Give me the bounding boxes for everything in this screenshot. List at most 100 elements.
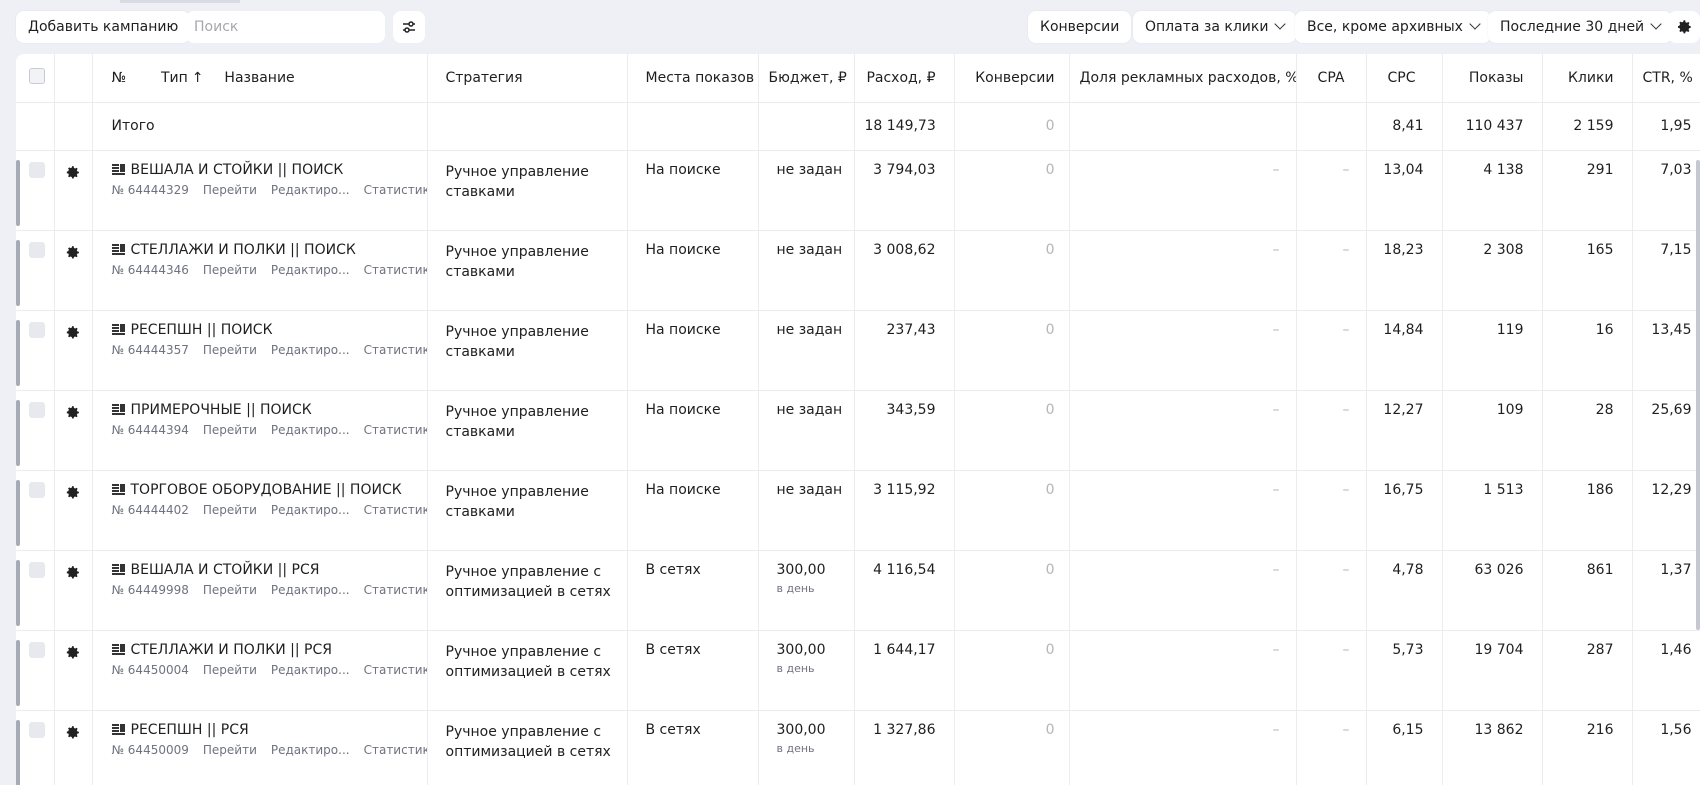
- column-header-spend[interactable]: Расход, ₽: [854, 54, 955, 103]
- gear-icon[interactable]: [64, 324, 81, 341]
- spend-value: 3 794,03: [854, 150, 955, 231]
- row-checkbox[interactable]: [29, 401, 45, 418]
- column-header-strategy[interactable]: Стратегия: [427, 54, 628, 103]
- impressions-value: 4 138: [1442, 150, 1543, 231]
- column-header-clicks[interactable]: Клики: [1542, 54, 1633, 103]
- cpa-value: –: [1296, 710, 1367, 785]
- statistics-link[interactable]: Статистика: [364, 503, 426, 517]
- table-row: ПРИМЕРОЧНЫЕ || ПОИСК № 64444394 Перейти …: [16, 390, 1700, 471]
- gear-icon[interactable]: [64, 244, 81, 261]
- go-link[interactable]: Перейти: [203, 503, 257, 517]
- total-cpc: 8,41: [1366, 102, 1443, 151]
- strategy-text: Ручное управление ставками: [445, 163, 589, 200]
- column-header-type[interactable]: Тип ↑: [161, 70, 204, 86]
- go-link[interactable]: Перейти: [203, 583, 257, 597]
- gear-icon[interactable]: [64, 164, 81, 181]
- vertical-scrollbar[interactable]: [1696, 160, 1700, 630]
- row-checkbox[interactable]: [29, 561, 45, 578]
- campaign-cell: ВЕШАЛА И СТОЙКИ || РСЯ № 64449998 Перейт…: [92, 550, 428, 631]
- row-checkbox[interactable]: [29, 321, 45, 338]
- campaign-name[interactable]: ТОРГОВОЕ ОБОРУДОВАНИЕ || ПОИСК: [131, 482, 402, 498]
- go-link[interactable]: Перейти: [203, 663, 257, 677]
- column-header-conversions[interactable]: Конверсии: [954, 54, 1070, 103]
- add-campaign-button[interactable]: Добавить кампанию: [16, 11, 191, 43]
- statistics-link[interactable]: Статистика: [364, 263, 426, 277]
- column-header-num[interactable]: №: [112, 70, 127, 86]
- cpa-value: –: [1296, 230, 1367, 311]
- campaign-name[interactable]: РЕСЕПШН || ПОИСК: [131, 322, 273, 338]
- statistics-link[interactable]: Статистика: [364, 423, 426, 437]
- placement-text: В сетях: [645, 641, 701, 658]
- edit-link[interactable]: Редактиро...: [271, 583, 350, 597]
- column-header-cpc[interactable]: CPC: [1366, 54, 1443, 103]
- edit-link[interactable]: Редактиро...: [271, 503, 350, 517]
- payment-type-dropdown[interactable]: Оплата за клики: [1133, 11, 1297, 43]
- column-header-ad-cost-share[interactable]: Доля рекламных расходов, %: [1069, 54, 1297, 103]
- campaign-name[interactable]: ПРИМЕРОЧНЫЕ || ПОИСК: [131, 402, 312, 418]
- search-input[interactable]: [194, 12, 377, 42]
- campaign-name[interactable]: РЕСЕПШН || РСЯ: [131, 722, 249, 738]
- table-row: ТОРГОВОЕ ОБОРУДОВАНИЕ || ПОИСК № 6444440…: [16, 470, 1700, 551]
- campaign-name[interactable]: СТЕЛЛАЖИ И ПОЛКИ || РСЯ: [131, 642, 333, 658]
- row-checkbox[interactable]: [29, 481, 45, 498]
- filter-settings-button[interactable]: [393, 11, 425, 43]
- column-header-budget[interactable]: Бюджет, ₽: [758, 54, 855, 103]
- ctr-value: 25,69: [1632, 390, 1700, 471]
- gear-icon[interactable]: [64, 724, 81, 741]
- campaign-cell: ВЕШАЛА И СТОЙКИ || ПОИСК № 64444329 Пере…: [92, 150, 428, 231]
- row-status-bar: [16, 319, 20, 386]
- campaign-cell: РЕСЕПШН || РСЯ № 64450009 Перейти Редакт…: [92, 710, 428, 785]
- total-gear-cell: [54, 102, 93, 151]
- go-link[interactable]: Перейти: [203, 263, 257, 277]
- period-dropdown[interactable]: Последние 30 дней: [1488, 11, 1673, 43]
- ctr-value: 1,46: [1632, 630, 1700, 711]
- status-filter-dropdown[interactable]: Все, кроме архивных: [1295, 11, 1491, 43]
- edit-link[interactable]: Редактиро...: [271, 343, 350, 357]
- row-select-cell: [16, 230, 55, 311]
- row-checkbox[interactable]: [29, 641, 45, 658]
- campaign-name[interactable]: ВЕШАЛА И СТОЙКИ || РСЯ: [131, 562, 320, 578]
- statistics-link[interactable]: Статистика: [364, 743, 426, 757]
- row-checkbox[interactable]: [29, 241, 45, 258]
- select-all-checkbox[interactable]: [29, 67, 45, 84]
- row-checkbox[interactable]: [29, 161, 45, 178]
- go-link[interactable]: Перейти: [203, 423, 257, 437]
- settings-button[interactable]: [1668, 11, 1700, 43]
- conversions-value: 0: [954, 470, 1070, 551]
- row-status-bar: [16, 639, 20, 706]
- campaign-name[interactable]: СТЕЛЛАЖИ И ПОЛКИ || ПОИСК: [131, 242, 356, 258]
- campaigns-table: № Тип ↑ Название Стратегия Места показов …: [16, 54, 1700, 785]
- conversions-button[interactable]: Конверсии: [1028, 11, 1132, 43]
- gear-icon[interactable]: [64, 484, 81, 501]
- column-header-cpa[interactable]: CPA: [1296, 54, 1367, 103]
- conversions-value: 0: [954, 150, 1070, 231]
- campaign-name[interactable]: ВЕШАЛА И СТОЙКИ || ПОИСК: [131, 162, 344, 178]
- column-header-name[interactable]: Название: [224, 70, 294, 86]
- go-link[interactable]: Перейти: [203, 743, 257, 757]
- ad-cost-share-value: –: [1069, 710, 1297, 785]
- statistics-link[interactable]: Статистика: [364, 183, 426, 197]
- column-header-placements[interactable]: Места показов: [627, 54, 759, 103]
- column-header-ctr[interactable]: CTR, %: [1632, 54, 1700, 103]
- statistics-link[interactable]: Статистика: [364, 583, 426, 597]
- table-row: РЕСЕПШН || ПОИСК № 64444357 Перейти Реда…: [16, 310, 1700, 391]
- edit-link[interactable]: Редактиро...: [271, 183, 350, 197]
- gear-icon[interactable]: [64, 564, 81, 581]
- column-header-impressions[interactable]: Показы: [1442, 54, 1543, 103]
- statistics-link[interactable]: Статистика: [364, 663, 426, 677]
- search-box[interactable]: [186, 11, 385, 43]
- edit-link[interactable]: Редактиро...: [271, 423, 350, 437]
- row-checkbox[interactable]: [29, 721, 45, 738]
- edit-link[interactable]: Редактиро...: [271, 743, 350, 757]
- go-link[interactable]: Перейти: [203, 343, 257, 357]
- edit-link[interactable]: Редактиро...: [271, 663, 350, 677]
- gear-icon[interactable]: [64, 644, 81, 661]
- strategy-cell: Ручное управление с оптимизацией в сетях: [427, 710, 628, 785]
- total-clicks: 2 159: [1542, 102, 1633, 151]
- budget-value: не задан: [776, 321, 843, 338]
- gear-icon[interactable]: [64, 404, 81, 421]
- go-link[interactable]: Перейти: [203, 183, 257, 197]
- row-gear-cell: [54, 710, 93, 785]
- edit-link[interactable]: Редактиро...: [271, 263, 350, 277]
- statistics-link[interactable]: Статистика: [364, 343, 426, 357]
